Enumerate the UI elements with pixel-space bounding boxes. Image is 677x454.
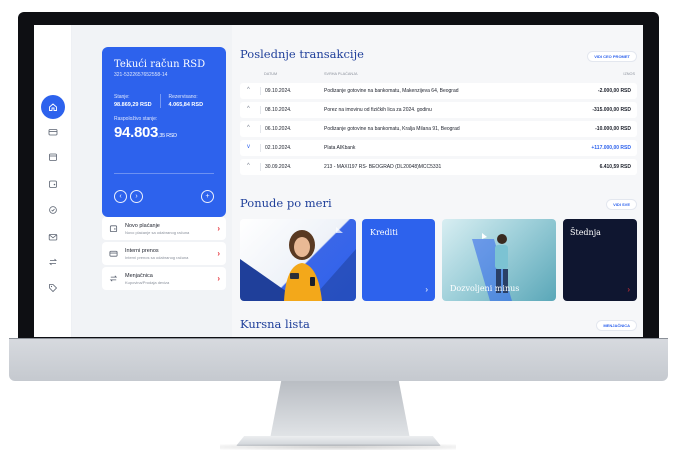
offer-label: Dozvoljeni minus xyxy=(450,284,520,293)
chevron-up-icon: ^ xyxy=(247,106,250,112)
available-label: Raspoloživo stanje: xyxy=(114,116,158,122)
balance-label: Stanje: xyxy=(114,94,130,100)
offer-card-overdraft[interactable]: Dozvoljeni minus xyxy=(442,219,556,301)
tag-icon[interactable] xyxy=(45,280,61,296)
transaction-amount: -10.000,00 RSD xyxy=(595,126,631,132)
offer-promo-card[interactable] xyxy=(240,219,356,301)
offers-title: Ponude po meri xyxy=(240,196,332,210)
monitor-mockup: Tekući račun RSD 321-5322657652558-14 St… xyxy=(0,0,677,454)
quick-action-subtitle: Interni prenos sa odabranog računa xyxy=(125,254,189,260)
chevron-right-icon: › xyxy=(217,224,220,233)
transaction-description: Porez na imovinu od fizičkih lica za 202… xyxy=(324,107,432,113)
chevron-right-icon: › xyxy=(217,274,220,283)
offer-label: Štednja xyxy=(570,228,601,237)
chevron-up-icon: ^ xyxy=(247,87,250,93)
transfer-icon xyxy=(108,249,118,259)
transaction-description: Podizanje gotovine na bankomatu, Kralja … xyxy=(324,126,460,132)
calendar-icon[interactable] xyxy=(45,149,61,165)
transaction-date: 08.10.2024. xyxy=(265,107,292,113)
offer-label: Krediti xyxy=(370,228,398,237)
transaction-amount: 6.410,59 RSD xyxy=(599,164,631,170)
payment-icon xyxy=(108,224,118,234)
chevron-down-icon: v xyxy=(247,144,250,150)
transactions-table-header: DATUM SVRHA PLAĆANJA IZNOS xyxy=(242,72,637,80)
chevron-up-icon: ^ xyxy=(247,163,250,169)
available-balance: 94.803,35 RSD xyxy=(114,124,177,141)
column-header-date: DATUM xyxy=(264,72,278,76)
account-title: Tekući račun RSD xyxy=(114,59,206,70)
transaction-description: Plata AIKbank xyxy=(324,145,356,151)
offer-card-loans[interactable]: Krediti › xyxy=(362,219,435,301)
transaction-date: 06.10.2024. xyxy=(265,126,292,132)
prev-account-button[interactable]: ‹ xyxy=(114,190,127,203)
quick-action-title: Novo plaćanje xyxy=(125,222,160,229)
monitor-chin-edge xyxy=(9,338,668,339)
exchange-icon xyxy=(108,274,118,284)
app-screen: Tekući račun RSD 321-5322657652558-14 St… xyxy=(34,25,643,337)
transaction-row[interactable]: ^ 09.10.2024. Podizanje gotovine na bank… xyxy=(240,83,637,99)
savings-icon[interactable] xyxy=(45,202,61,218)
quick-action-title: Interni prenos xyxy=(125,247,159,254)
quick-action-title: Menjačnica xyxy=(125,272,153,279)
transaction-row[interactable]: ^ 08.10.2024. Porez na imovinu od fizičk… xyxy=(240,102,637,118)
transaction-amount: +117.000,00 RSD xyxy=(591,145,631,151)
mail-icon[interactable] xyxy=(45,229,61,245)
quick-action-exchange[interactable]: Menjačnica Kupovina/Prodaja deviza › xyxy=(102,267,226,290)
transaction-description: Podizanje gotovine na bankomatu, Makenzi… xyxy=(324,88,459,94)
chevron-right-icon: › xyxy=(425,285,428,294)
quick-action-internal-transfer[interactable]: Interni prenos Interni prenos sa odabran… xyxy=(102,242,226,265)
card-divider xyxy=(114,173,214,174)
exchange-office-button[interactable]: MENJAČNICA xyxy=(596,320,637,331)
home-icon[interactable] xyxy=(41,95,65,119)
swap-icon[interactable] xyxy=(45,254,61,270)
chevron-right-icon: › xyxy=(217,249,220,258)
wallet-icon[interactable] xyxy=(45,176,61,192)
stand-shadow xyxy=(220,444,456,450)
transaction-date: 30.09.2024. xyxy=(265,164,292,170)
sidebar-nav xyxy=(34,25,72,337)
transaction-amount: -2.000,00 RSD xyxy=(597,88,631,94)
view-all-transactions-button[interactable]: VIDI CEO PROMET xyxy=(587,51,637,62)
transaction-amount: -315.000,00 RSD xyxy=(592,107,631,113)
transactions-title: Poslednje transakcije xyxy=(240,47,364,61)
reserved-label: Rezervisano: xyxy=(168,94,198,100)
balance-value: 98.869,29 RSD xyxy=(114,102,152,108)
quick-action-new-payment[interactable]: Novo plaćanje Novo plaćanje sa odabranog… xyxy=(102,217,226,240)
offer-card-savings[interactable]: Štednja › xyxy=(563,219,637,301)
card-icon[interactable] xyxy=(45,124,61,140)
transaction-row[interactable]: ^ 30.09.2024. 213 - MAXI197 RS- BEOGRAD … xyxy=(240,159,637,175)
row-separator xyxy=(260,125,261,133)
transaction-row[interactable]: v 02.10.2024. Plata AIKbank +117.000,00 … xyxy=(240,140,637,156)
exchange-rates-title: Kursna lista xyxy=(240,317,310,331)
chevron-right-icon: › xyxy=(627,285,630,294)
transaction-date: 09.10.2024. xyxy=(265,88,292,94)
row-separator xyxy=(260,144,261,152)
add-account-button[interactable]: + xyxy=(201,190,214,203)
account-number: 321-5322657652558-14 xyxy=(114,72,168,78)
chevron-up-icon: ^ xyxy=(247,125,250,131)
view-all-offers-button[interactable]: VIDI SVE xyxy=(606,199,637,210)
column-header-amount: IZNOS xyxy=(623,72,635,76)
row-separator xyxy=(260,106,261,114)
next-account-button[interactable]: › xyxy=(130,190,143,203)
accounts-panel: Tekući račun RSD 321-5322657652558-14 St… xyxy=(72,25,232,337)
quick-action-subtitle: Novo plaćanje sa odabranog računa xyxy=(125,229,190,235)
woman-with-phone-image xyxy=(240,227,356,301)
row-separator xyxy=(260,163,261,171)
column-header-description: SVRHA PLAĆANJA xyxy=(324,72,358,76)
transaction-description: 213 - MAXI197 RS- BEOGRAD (DL20048)MCC53… xyxy=(324,164,442,170)
monitor-chin xyxy=(9,338,668,381)
main-content: Poslednje transakcije VIDI CEO PROMET DA… xyxy=(232,25,643,337)
account-card[interactable]: Tekući račun RSD 321-5322657652558-14 St… xyxy=(102,47,226,217)
monitor-stand-neck xyxy=(270,381,410,439)
transaction-row[interactable]: ^ 06.10.2024. Podizanje gotovine na bank… xyxy=(240,121,637,137)
transaction-date: 02.10.2024. xyxy=(265,145,292,151)
row-separator xyxy=(260,87,261,95)
reserved-value: 4.065,84 RSD xyxy=(168,102,204,108)
quick-action-subtitle: Kupovina/Prodaja deviza xyxy=(125,279,170,285)
